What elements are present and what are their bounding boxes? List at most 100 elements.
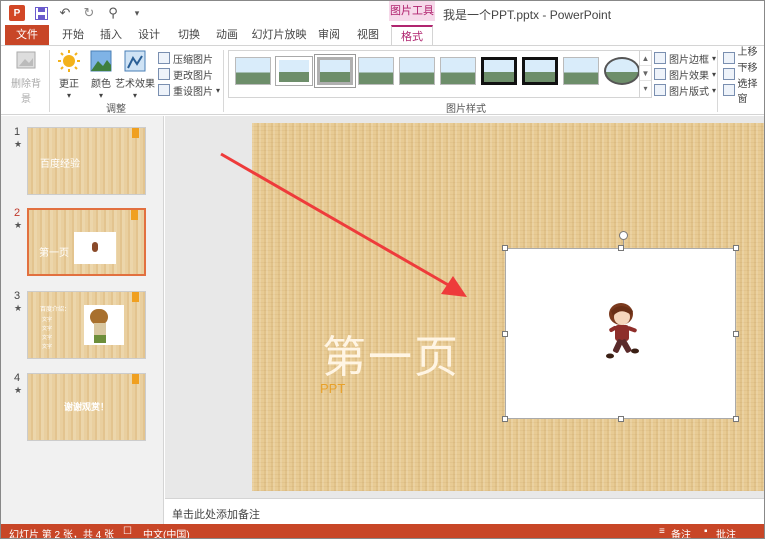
artistic-effects-button[interactable]: 艺术效果 ▾ [115, 50, 155, 101]
change-picture-icon [158, 68, 170, 80]
picture-border-label: 图片边框 [669, 54, 709, 66]
comments-toggle-label[interactable]: 批注 [716, 526, 736, 538]
ribbon-separator [223, 50, 224, 112]
picture-style-item[interactable] [399, 57, 435, 85]
slide-thumbnails-pane: 1 ★ 百度经验 2 ★ 第一页 3 ★ 百度介绍： 文字 文字 文字 文字 4… [1, 116, 164, 524]
thumbnail-flag [131, 210, 138, 220]
tab-transitions[interactable]: 切换 [172, 25, 206, 45]
quick-access-toolbar: P ↶ ↻ ⚲ ▾ [9, 5, 145, 21]
slide-counter: 幻灯片 第 2 张，共 4 张 [9, 530, 115, 539]
thumbnail-text: 文字 [42, 317, 53, 323]
corrections-label: 更正 [59, 79, 79, 90]
tab-review[interactable]: 审阅 [312, 25, 346, 45]
language-indicator[interactable]: 中文(中国) [143, 526, 190, 538]
picture-effects-button[interactable]: 图片效果 ▾ [654, 66, 716, 82]
title-bar: P ↶ ↻ ⚲ ▾ 图片工具 我是一个PPT.pptx - PowerPoint [1, 1, 764, 27]
thumbnail-text: 文字 [42, 335, 53, 341]
slide-thumbnail-3[interactable]: 百度介绍： 文字 文字 文字 文字 [27, 291, 146, 359]
notes-pane[interactable]: 单击此处添加备注 [165, 498, 764, 524]
selection-pane-icon [723, 84, 735, 96]
color-picture-icon [90, 50, 112, 72]
customize-qat-icon[interactable]: ▾ [129, 5, 145, 21]
tab-view[interactable]: 视图 [351, 25, 385, 45]
tab-design[interactable]: 设计 [132, 25, 166, 45]
change-picture-label: 更改图片 [173, 70, 213, 82]
change-picture-button[interactable]: 更改图片 [158, 66, 213, 82]
artistic-effects-icon [124, 50, 146, 72]
slide-thumbnail-2[interactable]: 第一页 [27, 208, 146, 276]
notes-toggle-icon[interactable]: ≡ [659, 526, 665, 537]
animation-star-icon: ★ [14, 303, 23, 313]
gallery-scroll[interactable]: ▲ ▼ ▾ [639, 51, 651, 97]
picture-style-item[interactable] [440, 57, 476, 85]
status-bar: 幻灯片 第 2 张，共 4 张 ☐ 中文(中国) ≡ 备注 ▪ 批注 [1, 524, 764, 539]
gallery-down-icon[interactable]: ▼ [640, 66, 651, 81]
slide-thumbnail-4[interactable]: 谢谢观赏！ [27, 373, 146, 441]
redo-icon[interactable]: ↻ [81, 5, 97, 21]
color-button[interactable]: 颜色 ▾ [87, 50, 115, 101]
red-arrow-annotation [220, 152, 467, 297]
slide-editor: 第一页 PPT [165, 116, 764, 498]
remove-background-button[interactable]: 删除背景 [7, 50, 45, 105]
picture-layout-button[interactable]: 图片版式 ▾ [654, 82, 716, 98]
picture-layout-icon [654, 84, 666, 96]
thumbnail-text: 文字 [42, 326, 53, 332]
thumbnail-text: 谢谢观赏！ [64, 402, 110, 412]
notes-toggle-label[interactable]: 备注 [671, 526, 691, 538]
selection-pane-button[interactable]: 选择窗 [723, 79, 764, 105]
corrections-button[interactable]: 更正 ▾ [55, 50, 83, 101]
picture-layout-label: 图片版式 [669, 86, 709, 98]
gallery-up-icon[interactable]: ▲ [640, 51, 651, 66]
thumbnail-flag [132, 374, 139, 384]
slide-number: 3 [14, 290, 21, 302]
powerpoint-window: P ↶ ↻ ⚲ ▾ 图片工具 我是一个PPT.pptx - PowerPoint… [0, 0, 765, 539]
picture-style-item[interactable] [563, 57, 599, 85]
start-from-beginning-icon[interactable]: ⚲ [105, 5, 121, 21]
picture-styles-gallery: ▲ ▼ ▾ [228, 50, 652, 98]
slide-thumbnail-1[interactable]: 百度经验 [27, 127, 146, 195]
picture-style-item[interactable] [358, 57, 394, 85]
gallery-more-icon[interactable]: ▾ [640, 81, 651, 96]
picture-style-item[interactable] [604, 57, 640, 85]
spelling-check-icon[interactable]: ☐ [123, 526, 132, 537]
undo-icon[interactable]: ↶ [57, 5, 73, 21]
reset-picture-button[interactable]: 重设图片 ▾ [158, 82, 220, 98]
tab-animations[interactable]: 动画 [210, 25, 244, 45]
compress-icon [158, 52, 170, 64]
tab-format[interactable]: 格式 [391, 25, 433, 45]
color-label: 颜色 [91, 79, 111, 90]
tab-insert[interactable]: 插入 [94, 25, 128, 45]
ribbon: 删除背景 更正 ▾ 颜色 ▾ 艺术效果 ▾ 压缩图片 更改图片 重设图片 ▾ 调… [1, 45, 764, 115]
ribbon-separator [717, 50, 718, 112]
tab-slideshow[interactable]: 幻灯片放映 [251, 25, 307, 45]
picture-style-item[interactable] [314, 54, 356, 88]
picture-border-icon [654, 52, 666, 64]
picture-effects-icon [654, 68, 666, 80]
picture-style-item[interactable] [235, 57, 271, 85]
thumbnail-text: 第一页 [39, 248, 69, 259]
adjust-group-label: 调整 [106, 104, 126, 115]
comments-toggle-icon[interactable]: ▪ [704, 526, 708, 537]
tab-home[interactable]: 开始 [56, 25, 90, 45]
compress-pictures-button[interactable]: 压缩图片 [158, 50, 213, 66]
save-icon[interactable] [33, 5, 49, 21]
remove-background-icon [15, 50, 37, 72]
picture-border-button[interactable]: 图片边框 ▾ [654, 50, 716, 66]
picture-tools-label: 图片工具 [389, 1, 435, 21]
window-title: 我是一个PPT.pptx - PowerPoint [443, 8, 612, 22]
picture-style-item[interactable] [522, 57, 558, 85]
thumbnail-text: 百度介绍： [40, 307, 71, 313]
compress-label: 压缩图片 [173, 54, 213, 66]
picture-style-item[interactable] [275, 56, 313, 86]
picture-effects-label: 图片效果 [669, 70, 709, 82]
powerpoint-icon[interactable]: P [9, 5, 25, 21]
ribbon-tabs: 文件 开始 插入 设计 切换 动画 幻灯片放映 审阅 视图 格式 [1, 25, 764, 45]
reset-picture-icon [158, 84, 170, 96]
picture-style-item[interactable] [481, 57, 517, 85]
animation-star-icon: ★ [14, 220, 23, 230]
tab-file[interactable]: 文件 [5, 25, 49, 45]
slide-number: 4 [14, 372, 21, 384]
selection-pane-label: 选择窗 [737, 79, 758, 105]
sun-icon [58, 50, 80, 72]
picture-styles-group-label: 图片样式 [446, 104, 486, 115]
